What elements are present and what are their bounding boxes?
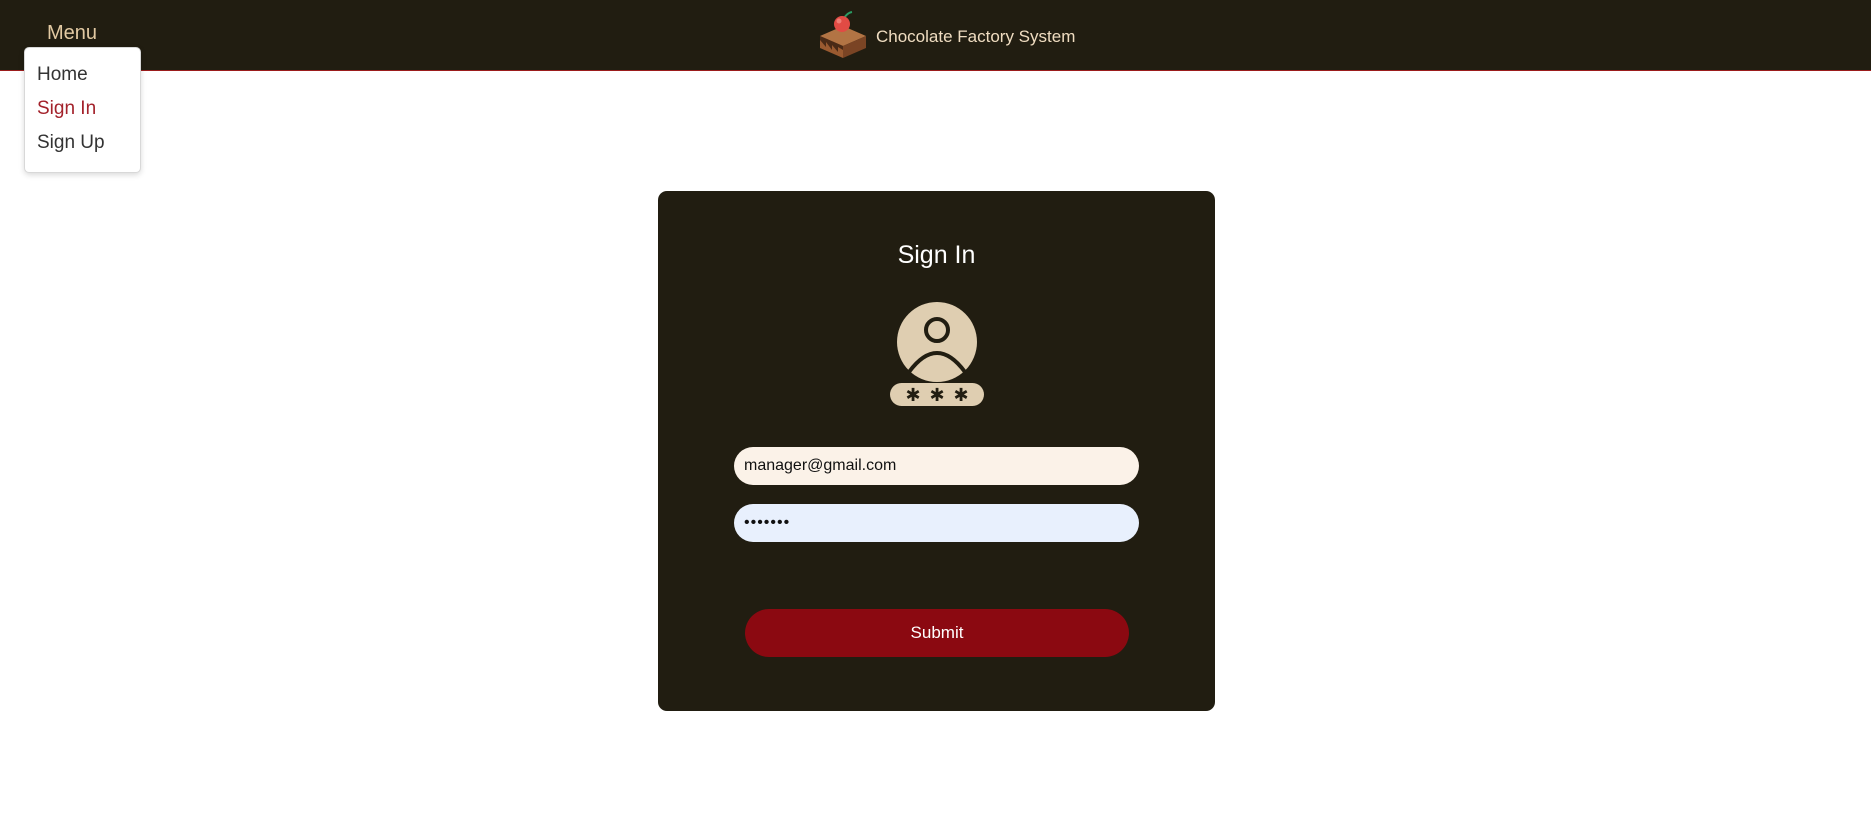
- menu-toggle[interactable]: Menu: [47, 22, 97, 45]
- signin-card: Sign In ✱ ✱ ✱ Submit: [658, 191, 1215, 711]
- svg-text:✱: ✱: [929, 385, 944, 406]
- user-password-icon: ✱ ✱ ✱: [890, 302, 984, 406]
- signin-title: Sign In: [897, 241, 976, 269]
- menu-item-home[interactable]: Home: [37, 64, 88, 86]
- email-field[interactable]: [734, 447, 1139, 485]
- menu-item-sign-in[interactable]: Sign In: [37, 98, 96, 120]
- brand: Chocolate Factory System: [816, 10, 1075, 60]
- chocolate-cake-icon: [820, 11, 866, 58]
- brand-title: Chocolate Factory System: [876, 27, 1076, 46]
- submit-button[interactable]: Submit: [745, 609, 1129, 657]
- password-field[interactable]: [734, 504, 1139, 542]
- top-nav-bar: Menu Chocolate Factory System: [0, 0, 1871, 71]
- menu-dropdown: Home Sign In Sign Up: [24, 47, 141, 173]
- svg-text:✱: ✱: [905, 385, 920, 406]
- menu-item-sign-up[interactable]: Sign Up: [37, 132, 105, 154]
- svg-text:✱: ✱: [953, 385, 968, 406]
